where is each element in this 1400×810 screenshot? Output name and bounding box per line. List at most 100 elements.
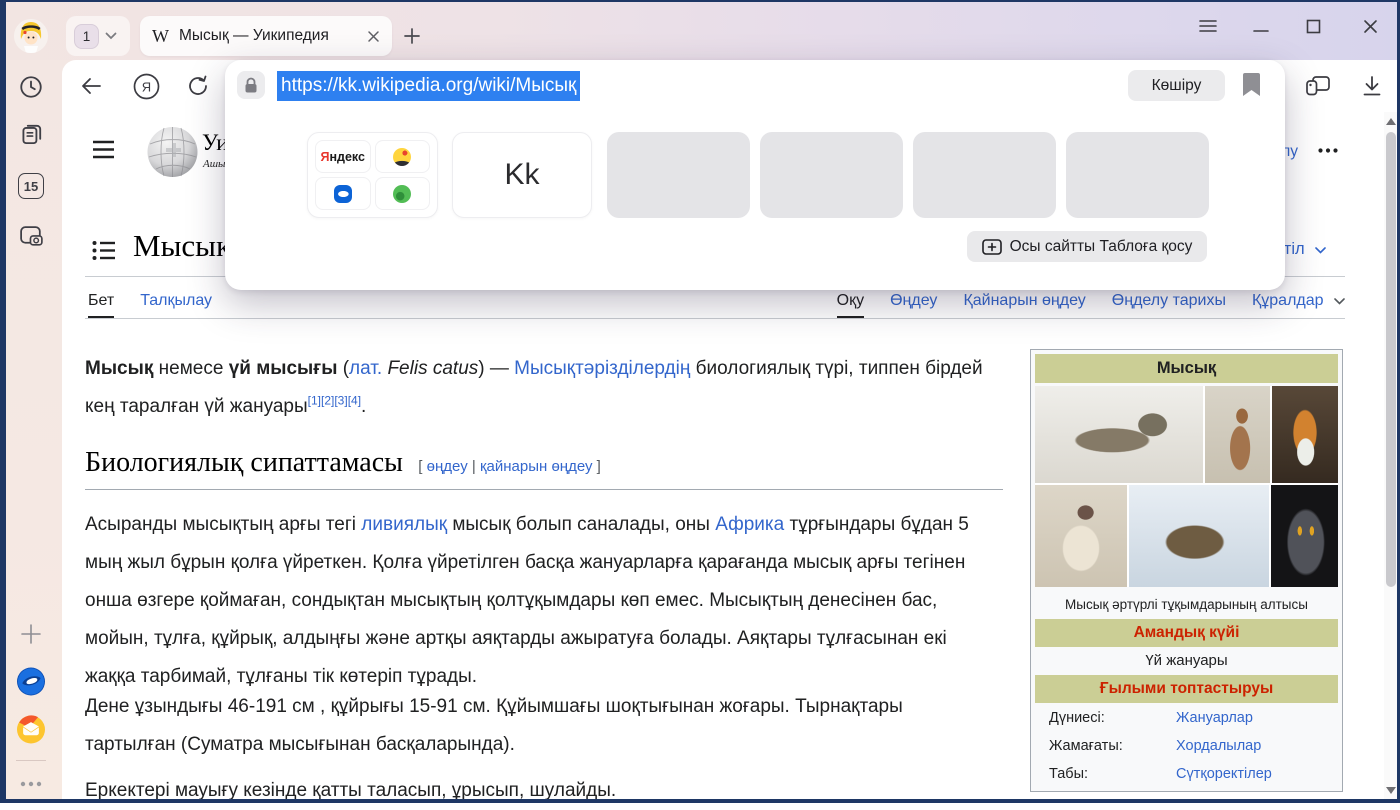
taxonomy-link-animals[interactable]: Жануарлар xyxy=(1176,710,1253,726)
cat-photo-abyssinian[interactable] xyxy=(1205,386,1269,483)
cat-photo-collage xyxy=(1035,386,1338,587)
copy-url-button[interactable]: Көшіру xyxy=(1128,70,1225,101)
minimize-button[interactable] xyxy=(1249,14,1273,38)
window-frame-top xyxy=(0,0,1400,2)
kk-tile-label: Kk xyxy=(453,133,591,217)
section-edit-link[interactable]: өңдеу xyxy=(427,458,468,475)
tab-talk[interactable]: Талқылау xyxy=(140,292,212,318)
tab-group-pill[interactable]: 1 xyxy=(66,16,130,56)
browser-tab-active[interactable]: W Мысық — Уикипедия xyxy=(140,16,392,56)
cat-photo-tabby-snow[interactable] xyxy=(1129,485,1269,587)
taxonomy-row-class: Табы: Сүтқоректілер xyxy=(1034,760,1339,788)
tab-group-count[interactable]: 1 xyxy=(74,24,99,49)
ref-3[interactable]: [3] xyxy=(334,394,347,408)
link-felidae[interactable]: Мысықтәрізділердің xyxy=(514,358,690,379)
tab-read[interactable]: Оқу xyxy=(837,292,864,318)
wiki-menu-button[interactable] xyxy=(92,140,115,159)
ellipsis-icon xyxy=(1318,148,1338,153)
sidebar-more-button[interactable] xyxy=(17,770,45,798)
tablo-tile-empty-3[interactable] xyxy=(913,132,1056,218)
ref-4[interactable]: [4] xyxy=(348,394,361,408)
taxobox: Мысық Мысық әртүрлі тұқымдарының алтысы … xyxy=(1030,349,1343,792)
lock-icon xyxy=(244,77,258,94)
cat-photo-siamese[interactable] xyxy=(1035,485,1127,587)
chevron-down-icon xyxy=(1334,298,1345,305)
plus-icon xyxy=(403,27,421,45)
yandex-mail-icon xyxy=(17,713,45,746)
back-arrow-icon xyxy=(79,76,103,96)
screenshot-button[interactable] xyxy=(17,222,45,250)
section-edit-source-link[interactable]: қайнарын өңдеу xyxy=(480,458,593,475)
yandex-logo-icon: Я xyxy=(133,73,160,100)
yandex-images-tile[interactable] xyxy=(375,140,431,173)
tablo-tile-kk-wikipedia[interactable]: Kk xyxy=(452,132,592,218)
profile-avatar[interactable] xyxy=(14,19,48,53)
screenshot-icon xyxy=(18,223,45,250)
infobox-taxonomy-header: Ғылыми топтастыруы xyxy=(1035,675,1338,703)
tab-tools[interactable]: Құралдар xyxy=(1252,292,1345,318)
tab-article[interactable]: Бет xyxy=(88,292,114,318)
taxonomy-link-chordata[interactable]: Хордалылар xyxy=(1176,738,1261,754)
article-intro: Мысық немесе үй мысығы (лат. Felis catus… xyxy=(85,350,990,426)
contents-list-icon xyxy=(92,240,116,261)
maximize-button[interactable] xyxy=(1301,14,1325,38)
tablo-tile-empty-1[interactable] xyxy=(607,132,750,218)
yandex-search-button[interactable]: Я xyxy=(132,72,160,100)
tab-history[interactable]: Өңделу тарихы xyxy=(1112,292,1226,318)
close-window-button[interactable] xyxy=(1358,14,1382,38)
site-security-chip[interactable] xyxy=(237,71,265,99)
wikipedia-globe-icon xyxy=(146,124,199,180)
refresh-icon xyxy=(186,74,210,98)
documents-button[interactable] xyxy=(17,121,45,149)
tablo-tile-empty-4[interactable] xyxy=(1066,132,1209,218)
download-icon xyxy=(1360,74,1384,98)
wiki-more-button[interactable] xyxy=(1318,148,1338,153)
yandex-disk-tile[interactable] xyxy=(315,177,371,210)
cat-photo-tabby-lying[interactable] xyxy=(1035,386,1203,483)
url-input[interactable]: https://kk.wikipedia.org/wiki/Мысық xyxy=(277,71,580,101)
add-to-tablo-button[interactable]: Осы сайтты Таблоға қосу xyxy=(967,231,1207,262)
scrollbar-thumb[interactable] xyxy=(1386,132,1396,587)
plus-icon xyxy=(20,623,42,645)
cat-photo-gray[interactable] xyxy=(1271,485,1338,587)
downloads-button[interactable] xyxy=(1358,72,1386,100)
link-africa[interactable]: Африка xyxy=(715,514,784,535)
link-libyan[interactable]: ливиялық xyxy=(361,514,447,535)
tablo-tile-empty-2[interactable] xyxy=(760,132,903,218)
back-button[interactable] xyxy=(77,72,105,100)
scroll-down-arrow[interactable] xyxy=(1386,787,1396,794)
yandex-images-icon xyxy=(393,148,411,166)
tab-edit-source[interactable]: Қайнарын өңдеу xyxy=(963,292,1085,318)
cat-photo-orange-white[interactable] xyxy=(1272,386,1338,483)
yandex-mail-button[interactable] xyxy=(17,715,45,743)
intro-bold-title: Мысық xyxy=(85,358,153,379)
yandex-disk-button[interactable] xyxy=(17,667,45,695)
documents-icon xyxy=(18,122,44,148)
scroll-up-arrow[interactable] xyxy=(1386,118,1396,125)
tab-title: Мысық — Уикипедия xyxy=(179,27,357,45)
tablo-tile-yandex-group[interactable]: Яндекс xyxy=(307,132,438,218)
tab-edit[interactable]: Өңдеу xyxy=(890,292,937,318)
close-tab-icon[interactable] xyxy=(367,30,380,43)
ref-1[interactable]: [1] xyxy=(308,394,321,408)
history-button[interactable] xyxy=(17,73,45,101)
add-panel-button[interactable] xyxy=(17,620,45,648)
wikipedia-logo[interactable] xyxy=(146,124,199,180)
browser-menu-button[interactable] xyxy=(1196,14,1220,38)
chevron-down-icon xyxy=(1315,247,1326,254)
new-tab-button[interactable] xyxy=(398,22,426,50)
bookmark-button[interactable] xyxy=(1243,73,1260,96)
article-paragraph-3: Еркектері мауығу кезінде қатты таласып, … xyxy=(85,772,990,810)
section-heading: Биологиялық сипаттамасы [ өңдеу | қайнар… xyxy=(85,447,1003,490)
link-latin[interactable]: лат. xyxy=(349,358,382,379)
page-tabs-right: Оқу Өңдеу Қайнарын өңдеу Өңделу тарихы Қ… xyxy=(837,292,1345,318)
yandex-search-tile[interactable]: Яндекс xyxy=(315,140,371,173)
yandex-services-tile[interactable] xyxy=(375,177,431,210)
tab-counter-button[interactable]: 15 xyxy=(17,172,45,200)
taxonomy-link-mammals[interactable]: Сүтқоректілер xyxy=(1176,766,1272,782)
collections-button[interactable] xyxy=(1304,72,1332,100)
intro-bold-2: үй мысығы xyxy=(229,358,338,379)
refresh-button[interactable] xyxy=(184,72,212,100)
wiki-contents-button[interactable] xyxy=(92,240,116,261)
ref-2[interactable]: [2] xyxy=(321,394,334,408)
